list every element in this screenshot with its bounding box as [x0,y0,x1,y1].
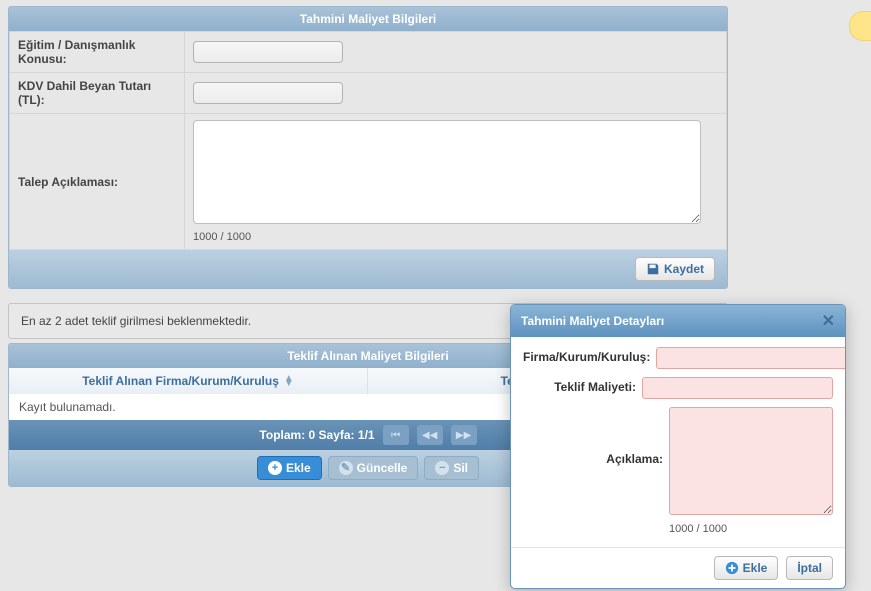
col-firm-label: Teklif Alınan Firma/Kurum/Kuruluş [82,374,279,388]
cost-details-dialog: Tahmini Maliyet Detayları ✕ Firma/Kurum/… [510,304,846,589]
save-button[interactable]: Kaydet [635,257,715,281]
dlg-add-label: Ekle [743,561,768,575]
pager-text: Toplam: 0 Sayfa: 1/1 [259,428,374,442]
side-tab[interactable] [849,11,871,41]
dlg-firm-label: Firma/Kurum/Kuruluş: [523,347,650,364]
save-icon [646,262,660,276]
desc-char-count: 1000 / 1000 [193,231,718,243]
dlg-firm-input[interactable] [656,347,846,369]
pager-first-button[interactable]: ⏮ [383,425,409,445]
grid-delete-button[interactable]: − Sil [424,456,479,480]
dlg-cost-label: Teklif Maliyeti: [523,377,636,394]
dialog-titlebar[interactable]: Tahmini Maliyet Detayları ✕ [511,305,845,337]
panel-title: Tahmini Maliyet Bilgileri [9,7,727,31]
dlg-desc-textarea[interactable] [669,407,833,515]
dialog-body: Firma/Kurum/Kuruluş: Teklif Maliyeti: Aç… [511,337,845,547]
estimated-cost-panel: Tahmini Maliyet Bilgileri Eğitim / Danış… [8,6,728,289]
col-firm[interactable]: Teklif Alınan Firma/Kurum/Kuruluş ▲▼ [9,368,368,394]
amount-label: KDV Dahil Beyan Tutarı (TL): [10,73,185,114]
dlg-desc-label: Açıklama: [523,407,663,466]
form-table: Eğitim / Danışmanlık Konusu: KDV Dahil B… [9,31,727,250]
dialog-title-text: Tahmini Maliyet Detayları [521,314,664,328]
amount-input[interactable] [193,82,343,104]
plus-icon: + [268,461,282,475]
sort-icon: ▲▼ [284,376,294,386]
pencil-icon: ✎ [339,461,353,475]
dlg-add-button[interactable]: Ekle [714,556,779,580]
grid-add-label: Ekle [286,461,311,475]
pager-prev-button[interactable]: ◀◀ [417,425,443,445]
dlg-desc-count: 1000 / 1000 [669,523,833,535]
panel-footer: Kaydet [9,250,727,288]
desc-label: Talep Açıklaması: [10,114,185,250]
dlg-cancel-button[interactable]: İptal [786,556,833,580]
topic-label: Eğitim / Danışmanlık Konusu: [10,32,185,73]
pager-next-button[interactable]: ▶▶ [451,425,477,445]
minus-icon: − [435,461,449,475]
grid-update-label: Güncelle [357,461,408,475]
plus-icon [725,561,739,575]
desc-textarea[interactable] [193,120,701,224]
topic-input[interactable] [193,41,343,63]
dlg-cancel-label: İptal [797,561,822,575]
grid-delete-label: Sil [453,461,468,475]
dialog-footer: Ekle İptal [511,547,845,588]
grid-update-button[interactable]: ✎ Güncelle [328,456,419,480]
save-button-label: Kaydet [664,262,704,276]
grid-add-button[interactable]: + Ekle [257,456,322,480]
dlg-cost-input[interactable] [642,377,833,399]
close-icon[interactable]: ✕ [822,311,835,331]
